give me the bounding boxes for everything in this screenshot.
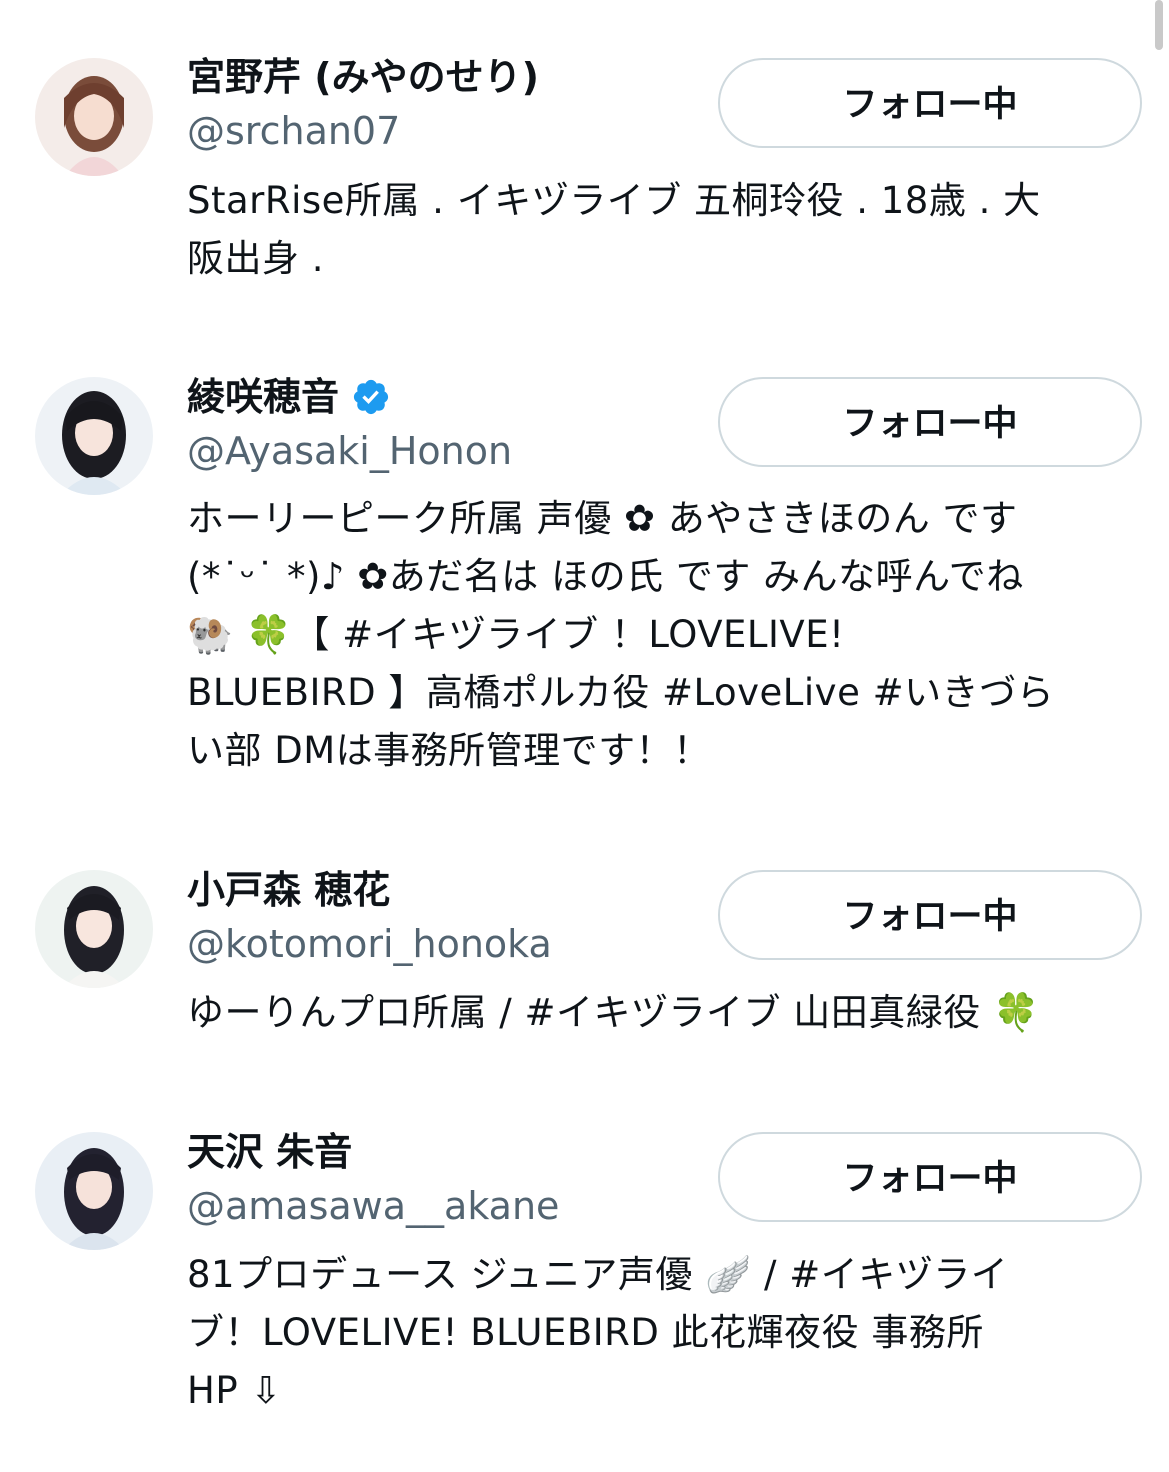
user-bio: ホーリーピーク所属 声優 ✿ あやさきほのん です (*˙ᵕ˙ *)♪ ✿あだ名… — [187, 497, 1055, 772]
name-row: 天沢 朱音 — [187, 1127, 352, 1177]
display-name[interactable]: 小戸森 穂花 — [187, 865, 390, 915]
user-bio: 81プロデュース ジュニア声優 🪽 / #イキヅライ ブ！LOVELIVE! B… — [187, 1253, 1009, 1412]
following-button[interactable]: フォロー中 — [718, 1132, 1142, 1222]
display-name[interactable]: 天沢 朱音 — [187, 1127, 352, 1177]
display-name[interactable]: 綾咲穂音 — [187, 372, 339, 422]
user-handle[interactable]: @amasawa__akane — [187, 1181, 559, 1231]
avatar[interactable] — [35, 1132, 153, 1250]
user-handle[interactable]: @Ayasaki_Honon — [187, 426, 512, 476]
verified-badge-icon — [351, 377, 391, 417]
name-row: 宮野芹 (みやのせり) — [187, 52, 539, 102]
user-handle[interactable]: @srchan07 — [187, 106, 400, 156]
following-button[interactable]: フォロー中 — [718, 870, 1142, 960]
name-row: 小戸森 穂花 — [187, 865, 390, 915]
user-bio: ゆーりんプロ所属 / #イキヅライブ 山田真緑役 🍀 — [187, 991, 1040, 1034]
avatar[interactable] — [35, 58, 153, 176]
name-row: 綾咲穂音 — [187, 372, 391, 422]
display-name[interactable]: 宮野芹 (みやのせり) — [187, 52, 539, 102]
user-handle[interactable]: @kotomori_honoka — [187, 919, 552, 969]
scrollbar[interactable] — [1155, 0, 1163, 50]
following-button[interactable]: フォロー中 — [718, 377, 1142, 467]
following-button[interactable]: フォロー中 — [718, 58, 1142, 148]
avatar[interactable] — [35, 870, 153, 988]
avatar[interactable] — [35, 377, 153, 495]
user-bio: StarRise所属 . イキヅライブ 五桐玲役 . 18歳 . 大 阪出身 . — [187, 179, 1041, 280]
